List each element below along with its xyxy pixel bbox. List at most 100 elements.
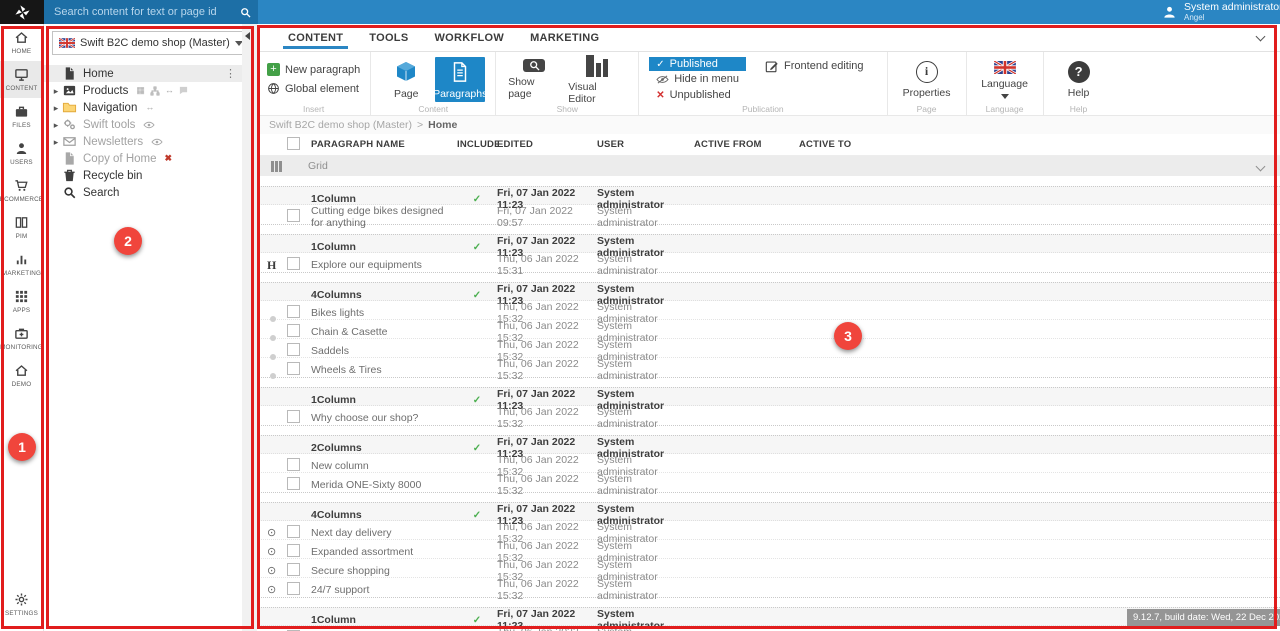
tree-item-recycle-bin[interactable]: Recycle bin — [44, 167, 242, 184]
rail-item-ecommerce[interactable]: ECOMMERCE — [0, 172, 43, 209]
row-checkbox[interactable] — [287, 324, 300, 337]
hide-in-menu-button[interactable]: Hide in menu — [649, 72, 746, 86]
row-checkbox[interactable] — [287, 305, 300, 318]
paragraph-row[interactable]: Expanded assortment Thu, 06 Jan 2022 15:… — [257, 540, 1280, 559]
properties-button[interactable]: Properties — [898, 57, 956, 102]
rail-item-apps[interactable]: APPS — [0, 283, 43, 320]
col-active-to[interactable]: ACTIVE TO — [799, 139, 1280, 150]
target-icon — [267, 565, 276, 577]
visual-editor-button[interactable]: Visual Editor — [566, 57, 628, 102]
rail-item-demo[interactable]: DEMO — [0, 357, 43, 394]
paragraph-row[interactable]: Saddels Thu, 06 Jan 2022 15:32 System ad… — [257, 339, 1280, 358]
paragraph-list: 1Column Fri, 07 Jan 2022 11:23 System ad… — [257, 186, 1280, 631]
row-checkbox[interactable] — [287, 563, 300, 576]
rail-item-content[interactable]: CONTENT — [0, 61, 43, 98]
ribbon-group-language: Language Language — [967, 52, 1044, 115]
chevron-down-icon[interactable] — [1256, 161, 1266, 171]
global-element-button[interactable]: Global element — [267, 80, 360, 97]
paragraph-row[interactable]: Cutting edge bikes designed for anything… — [257, 205, 1280, 224]
tab-marketing[interactable]: MARKETING — [517, 24, 612, 51]
search-icon[interactable] — [239, 6, 252, 19]
edit-pencil-icon — [765, 59, 779, 73]
paragraph-group-row[interactable]: 1Column Fri, 07 Jan 2022 11:23 System ad… — [257, 186, 1280, 205]
site-selector-dropdown[interactable]: Swift B2C demo shop (Master) — [52, 31, 250, 55]
col-active-from[interactable]: ACTIVE FROM — [694, 139, 799, 150]
paragraph-group-row[interactable]: 4Columns Fri, 07 Jan 2022 11:23 System a… — [257, 502, 1280, 521]
paragraph-group-row[interactable]: 1Column Fri, 07 Jan 2022 11:23 System ad… — [257, 387, 1280, 406]
app-logo[interactable] — [0, 0, 44, 24]
expand-arrow-icon[interactable] — [50, 119, 62, 131]
new-paragraph-button[interactable]: New paragraph — [267, 61, 360, 78]
row-checkbox[interactable] — [287, 582, 300, 595]
rail-item-users[interactable]: USERS — [0, 135, 43, 172]
grid-section-bar[interactable]: Grid — [257, 156, 1280, 176]
row-checkbox[interactable] — [287, 477, 300, 490]
paragraphs-button[interactable]: Paragraphs — [435, 57, 485, 102]
paragraph-row[interactable]: New column Thu, 06 Jan 2022 15:32 System… — [257, 454, 1280, 473]
row-checkbox[interactable] — [287, 544, 300, 557]
col-user[interactable]: USER — [597, 139, 694, 150]
select-all-checkbox[interactable] — [287, 137, 300, 150]
user-menu[interactable]: System administrator (cbo Angel — [1162, 0, 1280, 24]
search-input[interactable] — [54, 6, 239, 18]
paragraph-row[interactable]: Chain & Casette Thu, 06 Jan 2022 15:32 S… — [257, 320, 1280, 339]
paragraph-row[interactable]: Merida ONE-Sixty 8000 Thu, 06 Jan 2022 1… — [257, 473, 1280, 492]
frontend-editing-button[interactable]: Frontend editing — [758, 57, 871, 75]
rail-item-monitoring[interactable]: MONITORING — [0, 320, 43, 357]
paragraph-row[interactable]: Bikes lights Thu, 06 Jan 2022 15:32 Syst… — [257, 301, 1280, 320]
tab-content[interactable]: CONTENT — [275, 24, 356, 51]
row-checkbox[interactable] — [287, 362, 300, 375]
paragraph-row[interactable]: Wheels & Tires Thu, 06 Jan 2022 15:32 Sy… — [257, 358, 1280, 377]
help-button[interactable]: Help — [1054, 57, 1104, 102]
collapse-ribbon-chevron-icon[interactable] — [1256, 32, 1266, 42]
tree-item-products[interactable]: Products — [44, 82, 242, 99]
published-button[interactable]: Published — [649, 57, 746, 71]
collapse-panel-arrow-icon[interactable] — [245, 32, 250, 40]
unpublished-button[interactable]: Unpublished — [649, 88, 746, 102]
rail-item-home[interactable]: HOME — [0, 24, 43, 61]
rail-item-pim[interactable]: PIM — [0, 209, 43, 246]
tree-item-newsletters[interactable]: Newsletters — [44, 133, 242, 150]
kebab-icon[interactable] — [225, 67, 236, 80]
paragraph-group-row[interactable]: 2Columns Fri, 07 Jan 2022 11:23 System a… — [257, 435, 1280, 454]
tree-item-navigation[interactable]: Navigation — [44, 99, 242, 116]
expand-arrow-icon[interactable] — [50, 85, 62, 97]
language-button[interactable]: Language — [977, 57, 1033, 102]
row-checkbox[interactable] — [287, 458, 300, 471]
rail-item-settings[interactable]: SETTINGS — [0, 586, 43, 623]
rail-item-marketing[interactable]: MARKETING — [0, 246, 43, 283]
tab-tools[interactable]: TOOLS — [356, 24, 421, 51]
row-checkbox[interactable] — [287, 410, 300, 423]
paragraph-row[interactable]: Explore our equipments Thu, 06 Jan 2022 … — [257, 253, 1280, 272]
row-checkbox[interactable] — [287, 343, 300, 356]
tree-item-copy-of-home[interactable]: Copy of Home — [44, 150, 242, 167]
paragraph-row[interactable]: Why choose our shop? Thu, 06 Jan 2022 15… — [257, 406, 1280, 425]
tree-item-search[interactable]: Search — [44, 184, 242, 201]
expand-arrow-icon[interactable] — [50, 102, 62, 114]
paragraph-row[interactable]: Secure shopping Thu, 06 Jan 2022 15:32 S… — [257, 559, 1280, 578]
col-paragraph-name[interactable]: PARAGRAPH NAME — [311, 139, 457, 150]
panel-splitter[interactable] — [242, 24, 257, 631]
paragraph-group-row[interactable]: 4Columns Fri, 07 Jan 2022 11:23 System a… — [257, 282, 1280, 301]
tree-item-swift-tools[interactable]: Swift tools — [44, 116, 242, 133]
rail-item-files[interactable]: FILES — [0, 98, 43, 135]
question-icon — [1068, 61, 1090, 83]
envelope-icon — [62, 134, 77, 149]
paragraph-row[interactable]: Tips & Tricks Thu, 06 Jan 2022 15:33 Sys… — [257, 626, 1280, 631]
page-button[interactable]: Page — [381, 57, 431, 102]
breadcrumb-root[interactable]: Swift B2C demo shop (Master) — [269, 119, 412, 131]
row-checkbox[interactable] — [287, 525, 300, 538]
tab-workflow[interactable]: WORKFLOW — [421, 24, 517, 51]
col-include[interactable]: INCLUDE — [457, 139, 497, 150]
expand-arrow-icon[interactable] — [50, 136, 62, 148]
paragraph-group-row[interactable]: 1Column Fri, 07 Jan 2022 11:23 System ad… — [257, 234, 1280, 253]
paragraph-row[interactable]: Next day delivery Thu, 06 Jan 2022 15:32… — [257, 521, 1280, 540]
col-edited[interactable]: EDITED — [497, 139, 597, 150]
tree-item-home[interactable]: Home — [44, 65, 242, 82]
paragraph-row[interactable]: 24/7 support Thu, 06 Jan 2022 15:32 Syst… — [257, 578, 1280, 597]
row-checkbox[interactable] — [287, 209, 300, 222]
grid-columns-icon — [271, 161, 282, 172]
show-page-button[interactable]: Show page — [506, 57, 562, 102]
ribbon: New paragraph Global element Insert Page… — [257, 52, 1280, 116]
row-checkbox[interactable] — [287, 257, 300, 270]
